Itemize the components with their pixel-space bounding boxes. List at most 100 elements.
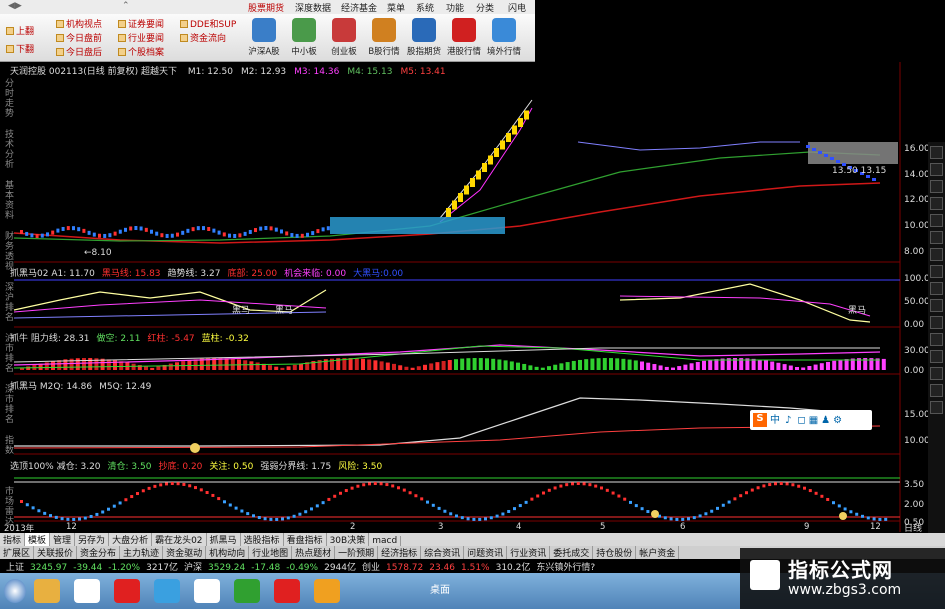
indicator-tab-0[interactable]: 指标	[0, 533, 26, 546]
extension-tab-4[interactable]: 资金驱动	[163, 546, 207, 559]
niu-bar-58	[379, 361, 384, 370]
xuanding-dot-133	[791, 483, 795, 487]
candle-16	[103, 233, 107, 238]
extension-tab-9[interactable]: 经济指标	[378, 546, 422, 559]
x-tick-5: 5	[600, 522, 606, 532]
candle-30	[176, 232, 179, 237]
right-tool-icon-10[interactable]	[930, 316, 943, 329]
candle-17	[108, 233, 112, 238]
ime-mode-label[interactable]: 中	[770, 415, 780, 426]
niu-bar-131	[832, 360, 837, 370]
right-tool-icon-11[interactable]	[930, 333, 943, 346]
extension-tab-10[interactable]: 综合资讯	[421, 546, 465, 559]
candle-42	[238, 233, 242, 238]
niu-bar-121	[770, 361, 775, 370]
candle-18	[113, 231, 117, 236]
extension-tab-3[interactable]: 主力轨迹	[120, 546, 164, 559]
ime-tools-icon[interactable]: ◻▦♟⚙	[797, 415, 845, 426]
niu-bar-9	[75, 358, 80, 370]
candle-6	[51, 230, 55, 235]
indicator-tab-7[interactable]: 选股指标	[241, 533, 284, 546]
extension-tab-7[interactable]: 热点题材	[292, 546, 336, 559]
xuanding-dot-18	[124, 498, 128, 502]
indicator-tab-5[interactable]: 霸在龙头02	[152, 533, 207, 546]
extension-tab-8[interactable]: 一阶预期	[335, 546, 379, 559]
candle-51	[285, 231, 289, 236]
extension-tab-2[interactable]: 资金分布	[77, 546, 121, 559]
taskbar-app-icon-3[interactable]	[154, 579, 180, 603]
indicator-tab-1[interactable]: 模板	[25, 533, 51, 546]
status-item-4: 3217亿	[146, 563, 178, 573]
xuanding-dot-17	[118, 501, 122, 505]
extension-tab-12[interactable]: 行业资讯	[507, 546, 551, 559]
taskbar-app-icon-5[interactable]	[234, 579, 260, 603]
extension-tab-0[interactable]: 扩展区	[0, 546, 35, 559]
extension-tab-1[interactable]: 关联报价	[34, 546, 78, 559]
right-tool-icon-4[interactable]	[930, 214, 943, 227]
xuanding-dot-1	[25, 503, 29, 507]
niu-bar-88	[565, 362, 570, 370]
status-item-3: -1.20%	[108, 563, 141, 573]
taskbar-desktop-label[interactable]: 桌面	[430, 581, 450, 596]
extension-tab-11[interactable]: 问题资讯	[464, 546, 508, 559]
indicator-tab-bar: 指标 模板 管理 另存为 大盘分析 霸在龙头02 抓黑马 选股指标 看盘指标 30B决策 macd	[0, 533, 945, 546]
candle-1	[25, 231, 29, 236]
taskbar-app-icon-0[interactable]	[34, 579, 60, 603]
input-method-toolbar[interactable]: S 中 ♪ ◻▦♟⚙	[750, 410, 872, 430]
extension-tab-14[interactable]: 持仓股份	[593, 546, 637, 559]
extension-tab-13[interactable]: 委托成交	[550, 546, 594, 559]
right-tool-icon-14[interactable]	[930, 384, 943, 397]
taskbar-app-icon-1[interactable]	[74, 579, 100, 603]
indicator-tab-9[interactable]: 30B决策	[327, 533, 370, 546]
right-tool-icon-12[interactable]	[930, 350, 943, 363]
niu-bar-128	[813, 364, 818, 370]
niu-bar-93	[596, 358, 601, 370]
indicator-tab-10[interactable]: macd	[369, 536, 402, 546]
right-tool-icon-6[interactable]	[930, 248, 943, 261]
price-axis-tick-2: 12.00	[904, 195, 930, 205]
right-tool-icon-13[interactable]	[930, 367, 943, 380]
right-tool-icon-5[interactable]	[930, 231, 943, 244]
indicator-niu-legend: 抓牛 阻力线: 28.31 做空: 2.11 红柱: -5.47 蓝柱: -0.32	[10, 331, 256, 344]
xuanding-dot-139	[826, 497, 830, 501]
xuanding-dot-149	[884, 517, 888, 521]
niu-bar-76	[491, 358, 496, 370]
niu-bar-79	[509, 361, 514, 370]
start-button-icon[interactable]	[4, 579, 26, 603]
xuanding-dot-26	[170, 482, 174, 486]
niu-bar-62	[404, 366, 409, 370]
indicator-tab-4[interactable]: 大盘分析	[109, 533, 153, 546]
niu-bar-124	[788, 365, 793, 370]
extension-tab-15[interactable]: 帐户资金	[636, 546, 680, 559]
right-tool-icon-2[interactable]	[930, 180, 943, 193]
niu-bar-57	[373, 360, 378, 370]
xuanding-dot-65	[397, 486, 400, 490]
right-tool-icon-3[interactable]	[930, 197, 943, 210]
ime-note-icon[interactable]: ♪	[785, 415, 791, 426]
candle-8	[61, 226, 65, 231]
taskbar-app-icon-4[interactable]	[194, 579, 220, 603]
indicator-tab-3[interactable]: 另存为	[75, 533, 110, 546]
indicator-tab-2[interactable]: 管理	[50, 533, 76, 546]
indicator-tab-8[interactable]: 看盘指标	[284, 533, 327, 546]
taskbar-app-icon-7[interactable]	[314, 579, 340, 603]
extension-tab-6[interactable]: 行业地图	[249, 546, 293, 559]
xuanding-dot-134	[797, 484, 801, 488]
taskbar-app-icon-6[interactable]	[274, 579, 300, 603]
right-tool-icon-7[interactable]	[930, 265, 943, 278]
right-tool-icon-0[interactable]	[930, 146, 943, 159]
right-tool-icon-9[interactable]	[930, 299, 943, 312]
indicator-tab-6[interactable]: 抓黑马	[207, 533, 241, 546]
candle-29	[170, 233, 174, 238]
xuanding-dot-51	[315, 504, 319, 508]
right-tool-icon-1[interactable]	[930, 163, 943, 176]
xuanding-dot-8	[66, 517, 70, 521]
candle-54	[300, 233, 304, 238]
niu-bar-28	[193, 359, 198, 370]
right-tool-icon-15[interactable]	[930, 401, 943, 414]
extension-tab-5[interactable]: 机构动向	[206, 546, 250, 559]
niu-bar-100	[640, 361, 644, 370]
xuanding-dot-107	[640, 507, 644, 511]
taskbar-app-icon-2[interactable]	[114, 579, 140, 603]
right-tool-icon-8[interactable]	[930, 282, 943, 295]
